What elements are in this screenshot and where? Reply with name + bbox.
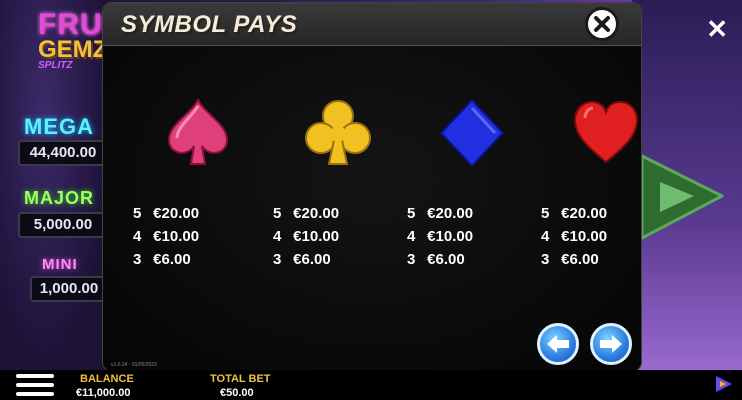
major-jackpot-label: MAJOR xyxy=(24,188,95,208)
next-page-button[interactable] xyxy=(590,323,632,365)
club-pays: 5 €20.00 4 €10.00 3 €6.00 xyxy=(273,202,383,271)
pay-amount: €10.00 xyxy=(293,228,340,245)
pay-amount: €6.00 xyxy=(153,251,191,268)
pay-amount: €6.00 xyxy=(561,251,599,268)
symbol-column-spade: 5 €20.00 4 €10.00 3 €6.00 xyxy=(133,96,243,271)
symbol-pays-modal: SYMBOL PAYS 5 €20.00 4 €10.00 3 €6.00 5 … xyxy=(102,2,642,372)
diamond-icon xyxy=(439,98,505,168)
pay-row: 5 €20.00 xyxy=(541,202,641,225)
pay-amount: €10.00 xyxy=(427,228,474,245)
pay-count: 5 xyxy=(407,205,416,222)
close-icon xyxy=(594,16,610,32)
major-jackpot-value: 5,000.00 xyxy=(18,212,108,238)
pay-row: 5 €20.00 xyxy=(407,202,517,225)
version-text: v1.0.24 - 01/05/2022 xyxy=(111,362,157,368)
pay-count: 5 xyxy=(541,205,550,222)
spade-icon xyxy=(167,97,229,165)
close-modal-button[interactable] xyxy=(585,7,619,41)
mini-jackpot-value: 1,000.00 xyxy=(30,276,108,302)
pay-amount: €10.00 xyxy=(561,228,608,245)
pay-row: 3 €6.00 xyxy=(133,248,243,271)
spin-button[interactable] xyxy=(636,146,728,246)
provider-logo-icon xyxy=(716,376,732,392)
symbol-column-heart: 5 €20.00 4 €10.00 3 €6.00 xyxy=(541,96,641,271)
pay-row: 4 €10.00 xyxy=(541,225,641,248)
close-game-icon[interactable]: ✕ xyxy=(706,14,728,45)
pay-amount: €6.00 xyxy=(293,251,331,268)
pay-row: 4 €10.00 xyxy=(133,225,243,248)
pay-count: 3 xyxy=(407,251,416,268)
total-bet-value: €50.00 xyxy=(220,387,254,399)
menu-line xyxy=(16,392,54,396)
pay-count: 3 xyxy=(541,251,550,268)
heart-pays: 5 €20.00 4 €10.00 3 €6.00 xyxy=(541,202,641,271)
pay-amount: €6.00 xyxy=(427,251,465,268)
pay-row: 4 €10.00 xyxy=(407,225,517,248)
menu-line xyxy=(16,374,54,378)
spade-pays: 5 €20.00 4 €10.00 3 €6.00 xyxy=(133,202,243,271)
pay-count: 4 xyxy=(541,228,550,245)
mini-jackpot-label: MINI xyxy=(42,256,78,273)
arrow-right-icon xyxy=(600,335,622,353)
balance-value: €11,000.00 xyxy=(76,387,131,399)
mega-jackpot-value: 44,400.00 xyxy=(18,140,108,166)
pay-amount: €10.00 xyxy=(153,228,200,245)
pay-count: 3 xyxy=(273,251,282,268)
pay-count: 5 xyxy=(133,205,142,222)
pay-row: 5 €20.00 xyxy=(273,202,383,225)
pay-row: 4 €10.00 xyxy=(273,225,383,248)
pay-count: 3 xyxy=(133,251,142,268)
pay-row: 3 €6.00 xyxy=(407,248,517,271)
pay-row: 5 €20.00 xyxy=(133,202,243,225)
modal-header: SYMBOL PAYS xyxy=(103,3,641,46)
pay-count: 4 xyxy=(133,228,142,245)
pay-row: 3 €6.00 xyxy=(541,248,641,271)
previous-page-button[interactable] xyxy=(537,323,579,365)
modal-title: SYMBOL PAYS xyxy=(121,11,298,38)
arrow-left-icon xyxy=(547,335,569,353)
pay-amount: €20.00 xyxy=(561,205,608,222)
pay-amount: €20.00 xyxy=(153,205,200,222)
mega-jackpot-label: MEGA xyxy=(24,114,94,139)
club-icon xyxy=(305,100,371,165)
balance-label: BALANCE xyxy=(80,373,134,385)
pay-row: 3 €6.00 xyxy=(273,248,383,271)
pay-count: 5 xyxy=(273,205,282,222)
pay-amount: €20.00 xyxy=(293,205,340,222)
heart-icon xyxy=(573,100,639,164)
pay-amount: €20.00 xyxy=(427,205,474,222)
total-bet-label: TOTAL BET xyxy=(210,373,271,385)
pay-count: 4 xyxy=(407,228,416,245)
menu-icon[interactable] xyxy=(16,374,54,398)
pay-count: 4 xyxy=(273,228,282,245)
symbol-column-diamond: 5 €20.00 4 €10.00 3 €6.00 xyxy=(407,96,517,271)
diamond-pays: 5 €20.00 4 €10.00 3 €6.00 xyxy=(407,202,517,271)
menu-line xyxy=(16,383,54,387)
symbol-column-club: 5 €20.00 4 €10.00 3 €6.00 xyxy=(273,96,383,271)
